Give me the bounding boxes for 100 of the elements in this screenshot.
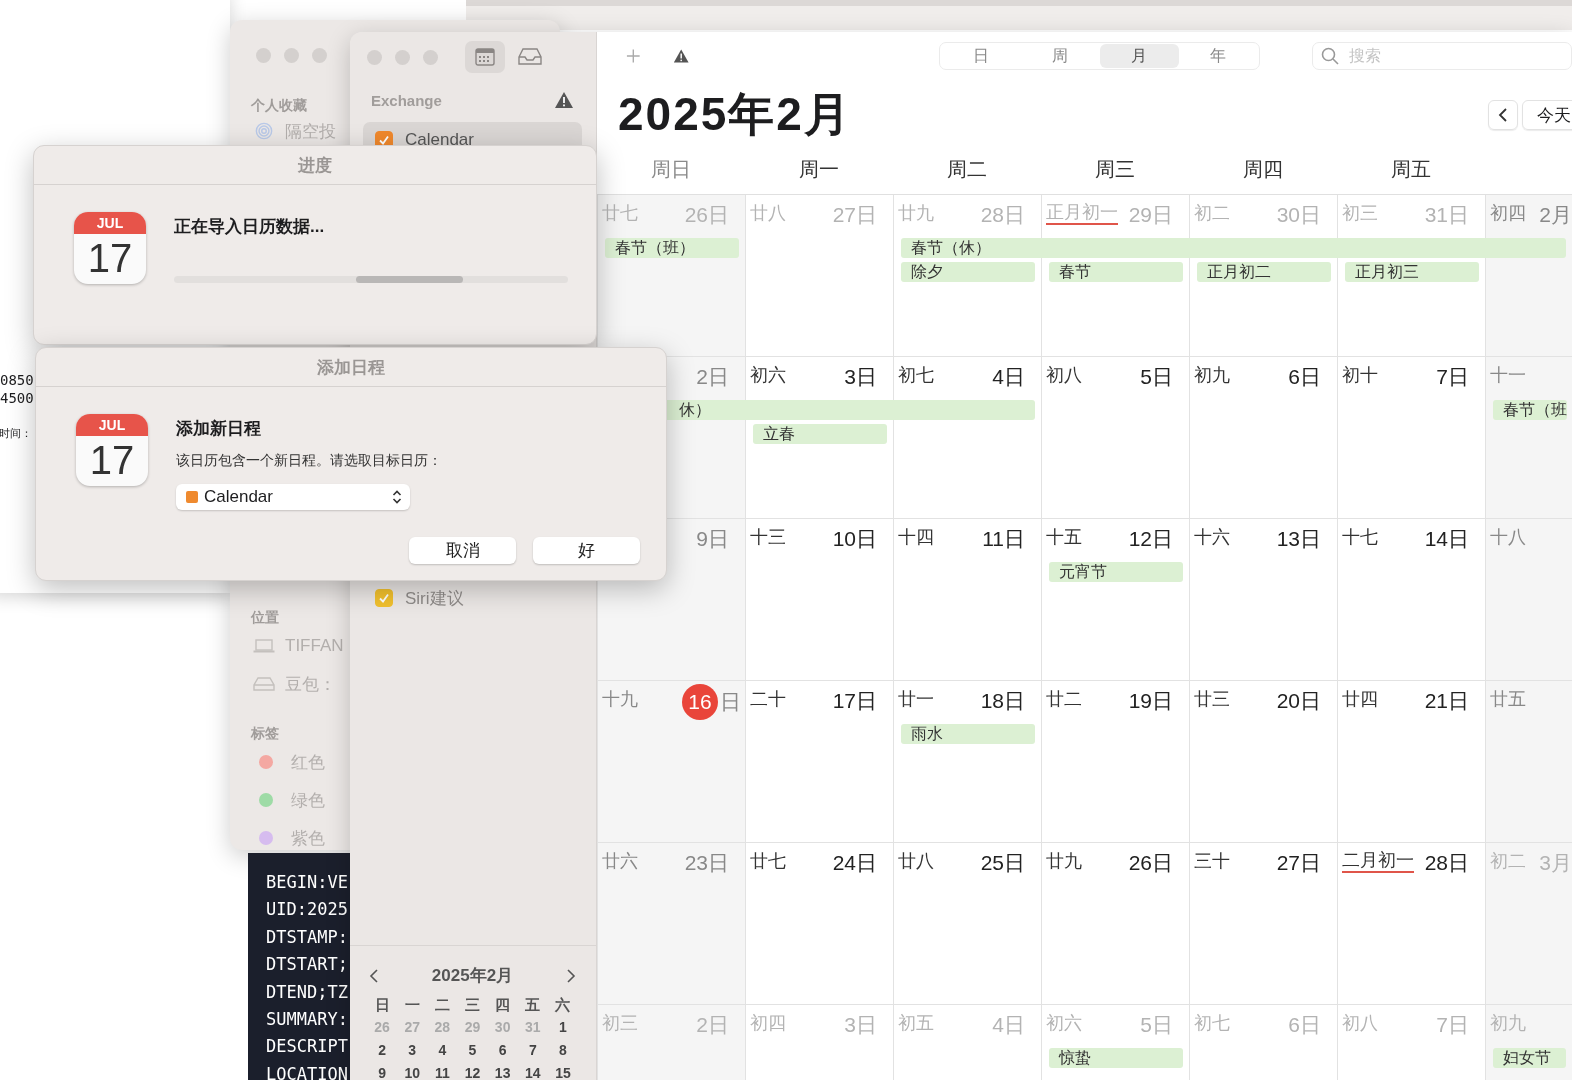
terminal-line: DESCRIPT	[266, 1035, 348, 1059]
account-heading: Exchange	[371, 91, 442, 109]
date-number: 6日	[1288, 1012, 1321, 1038]
weekday-header: 周三	[1095, 157, 1135, 182]
weekday-label: 二	[434, 995, 450, 1015]
date-number: 28日	[1424, 850, 1469, 876]
date-number: 31日	[1424, 202, 1469, 228]
date-number: 6日	[1288, 364, 1321, 390]
date-number: 7日	[1436, 1012, 1469, 1038]
icon-day-number: 17	[87, 235, 133, 282]
lunar-date: 廿七	[602, 202, 638, 225]
lunar-date: 二月初一	[1342, 849, 1414, 873]
date-number: 26日	[1128, 850, 1173, 876]
terminal-line: DTSTAMP:	[266, 925, 348, 949]
terminal-line: BEGIN:VE	[266, 871, 348, 894]
weekday-header: 周日	[651, 157, 691, 182]
dialog-heading: 添加新日程	[176, 418, 261, 440]
dialog-title: 进度	[34, 146, 596, 185]
date-number: 13日	[1276, 526, 1321, 552]
date-number: 30日	[1276, 202, 1321, 228]
weekday-label: 一	[404, 995, 420, 1015]
date-unit: 日	[720, 689, 741, 715]
dialog-title: 添加日程	[36, 348, 666, 387]
date-number: 24日	[832, 850, 877, 876]
progress-message: 正在导入日历数据...	[174, 216, 325, 238]
lunar-date: 十七	[1342, 526, 1378, 549]
lunar-date: 十九	[602, 688, 638, 711]
weekday-header: 周四	[1243, 157, 1283, 182]
lunar-date: 十四	[898, 526, 934, 549]
date-number: 23日	[684, 850, 729, 876]
lunar-date: 初六	[750, 364, 786, 387]
lunar-date: 十三	[750, 526, 786, 549]
date-number: 5日	[1140, 1012, 1173, 1038]
lunar-date: 廿八	[898, 850, 934, 873]
terminal-line: DTSTART;	[266, 953, 348, 977]
date-number: 28日	[980, 202, 1025, 228]
weekday-label: 三	[465, 995, 480, 1015]
lunar-date: 廿二	[1046, 688, 1082, 711]
date-number: 3日	[844, 364, 877, 390]
weekday-label: 六	[555, 995, 571, 1015]
month-title: 2025年2月	[618, 87, 852, 142]
lunar-date: 初六	[1046, 1012, 1082, 1035]
date-number: 9日	[696, 526, 729, 552]
today-marker: 16	[682, 684, 718, 720]
lunar-date: 初三	[602, 1012, 638, 1035]
date-number: 19日	[1128, 688, 1173, 714]
date-number: 26日	[684, 202, 729, 228]
date-number: 10日	[832, 526, 877, 552]
dialog-message: 该日历包含一个新日程。请选取目标日历：	[176, 452, 442, 470]
lunar-date: 廿五	[1490, 688, 1526, 711]
section-heading: 标签	[251, 725, 279, 743]
date-number: 27日	[832, 202, 877, 228]
code-line: 时间：	[0, 426, 32, 442]
date-number: 18日	[980, 688, 1025, 714]
code-line: 4500	[0, 389, 34, 407]
lunar-date: 初二	[1194, 202, 1230, 225]
date-number: 2日	[696, 1012, 729, 1038]
date-number: 3月	[1539, 850, 1572, 876]
lunar-date: 十六	[1194, 526, 1230, 549]
date-number: 5日	[1140, 364, 1173, 390]
terminal-line: DTEND;TZ	[266, 980, 348, 1004]
date-number: 11日	[982, 526, 1025, 552]
section-heading: 位置	[251, 609, 279, 627]
lunar-date: 初十	[1342, 364, 1378, 387]
lunar-date: 初八	[1046, 364, 1082, 387]
lunar-date: 初二	[1490, 850, 1526, 873]
lunar-date: 廿八	[750, 202, 786, 225]
date-number: 2月	[1539, 202, 1572, 228]
weekday-label: 五	[525, 995, 541, 1015]
date-number: 25日	[980, 850, 1025, 876]
lunar-date: 十五	[1046, 526, 1082, 549]
lunar-date: 初三	[1342, 202, 1378, 225]
date-number: 7日	[1436, 364, 1469, 390]
lunar-date: 十一	[1490, 364, 1526, 387]
lunar-date: 廿一	[898, 688, 934, 711]
lunar-date: 初五	[898, 1012, 934, 1035]
weekday-label: 四	[495, 995, 511, 1015]
section-heading: 个人收藏	[251, 97, 307, 115]
weekday-header: 周二	[947, 157, 987, 182]
icon-day-number: 17	[89, 437, 135, 484]
lunar-date: 初九	[1194, 364, 1230, 387]
lunar-date: 廿三	[1194, 688, 1230, 711]
date-number: 12日	[1128, 526, 1173, 552]
lunar-date: 初七	[1194, 1012, 1230, 1035]
lunar-date: 廿四	[1342, 688, 1378, 711]
terminal-line: SUMMARY:	[266, 1008, 348, 1032]
weekday-header: 周五	[1391, 157, 1431, 182]
code-line: 0850	[0, 371, 34, 389]
terminal-line: LOCATION	[266, 1062, 348, 1080]
lunar-date: 初四	[1490, 202, 1526, 225]
lunar-date: 初四	[750, 1012, 786, 1035]
lunar-date: 三十	[1194, 850, 1230, 873]
lunar-date: 廿九	[1046, 850, 1082, 873]
lunar-date: 初八	[1342, 1012, 1378, 1035]
date-number: 3日	[844, 1012, 877, 1038]
date-number: 17日	[832, 688, 877, 714]
lunar-date: 初七	[898, 364, 934, 387]
date-number: 21日	[1424, 688, 1469, 714]
date-number: 20日	[1276, 688, 1321, 714]
lunar-date: 廿九	[898, 202, 934, 225]
